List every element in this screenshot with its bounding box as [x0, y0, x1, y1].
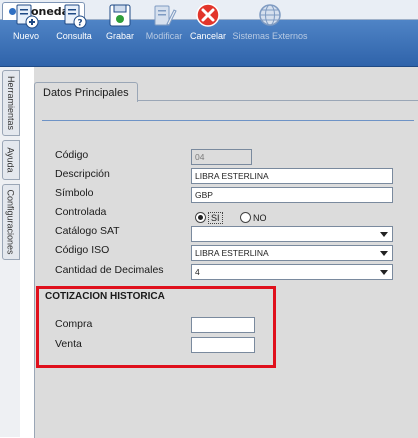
- new-icon: [16, 4, 39, 29]
- side-tab-configuraciones-label: Configuraciones: [6, 189, 17, 255]
- new-button[interactable]: Nuevo: [6, 2, 46, 44]
- decimales-select[interactable]: 4: [191, 264, 393, 280]
- save-button[interactable]: Grabar: [102, 2, 138, 44]
- save-icon: [109, 4, 131, 27]
- catalogo-sat-label: Catálogo SAT: [55, 225, 120, 237]
- codigo-field[interactable]: 04: [191, 149, 252, 165]
- globe-icon: [259, 4, 281, 26]
- radio-no-label: NO: [253, 212, 267, 223]
- highlight-box: [36, 286, 276, 368]
- tab-datos-principales[interactable]: Datos Principales: [34, 82, 138, 102]
- codigo-label: Código: [55, 149, 89, 161]
- codigo-iso-select[interactable]: LIBRA ESTERLINA: [191, 245, 393, 261]
- cancel-button-label: Cancelar: [189, 31, 227, 41]
- query-icon: ?: [64, 4, 87, 29]
- side-tab-herramientas-label: Herramientas: [6, 75, 16, 131]
- radio-si[interactable]: [195, 212, 206, 223]
- edit-button-label: Modificar: [145, 31, 183, 41]
- cancel-icon: [196, 3, 220, 27]
- chevron-down-icon: [380, 232, 388, 237]
- panel-gutter: [20, 67, 34, 437]
- save-button-label: Grabar: [105, 31, 134, 41]
- tab-datos-principales-label: Datos Principales: [43, 86, 129, 99]
- simbolo-label: Símbolo: [55, 187, 94, 199]
- descripcion-field[interactable]: LIBRA ESTERLINA: [191, 168, 393, 184]
- controlada-si-option[interactable]: SI: [195, 207, 223, 226]
- query-button[interactable]: ? Consulta: [52, 2, 96, 44]
- codigo-iso-value: LIBRA ESTERLINA: [195, 248, 269, 258]
- query-button-label: Consulta: [56, 31, 92, 41]
- external-systems-button[interactable]: Sistemas Externos: [232, 2, 308, 44]
- edit-button[interactable]: Modificar: [142, 2, 186, 44]
- side-tab-configuraciones[interactable]: Configuraciones: [2, 184, 20, 260]
- chevron-down-icon: [380, 251, 388, 256]
- codigo-iso-label: Código ISO: [55, 244, 110, 256]
- controlada-label: Controlada: [55, 206, 107, 218]
- side-tab-ayuda-label: Ayuda: [6, 147, 17, 173]
- decimales-label: Cantidad de Decimales: [55, 264, 164, 276]
- controlada-no-option[interactable]: NO: [240, 207, 267, 226]
- descripcion-label: Descripción: [55, 168, 110, 180]
- cancel-button[interactable]: Cancelar: [188, 2, 228, 44]
- chevron-down-icon: [380, 270, 388, 275]
- decimales-value: 4: [195, 267, 200, 277]
- simbolo-field[interactable]: GBP: [191, 187, 393, 203]
- side-tab-herramientas[interactable]: Herramientas: [2, 70, 20, 136]
- catalogo-sat-select[interactable]: [191, 226, 393, 242]
- external-systems-button-label: Sistemas Externos: [232, 31, 308, 41]
- section-divider: [42, 120, 414, 121]
- new-button-label: Nuevo: [12, 31, 39, 41]
- edit-icon: [154, 5, 177, 26]
- side-tab-ayuda[interactable]: Ayuda: [2, 140, 20, 180]
- radio-si-label: SI: [208, 211, 223, 224]
- svg-text:?: ?: [77, 19, 82, 29]
- radio-no[interactable]: [240, 212, 251, 223]
